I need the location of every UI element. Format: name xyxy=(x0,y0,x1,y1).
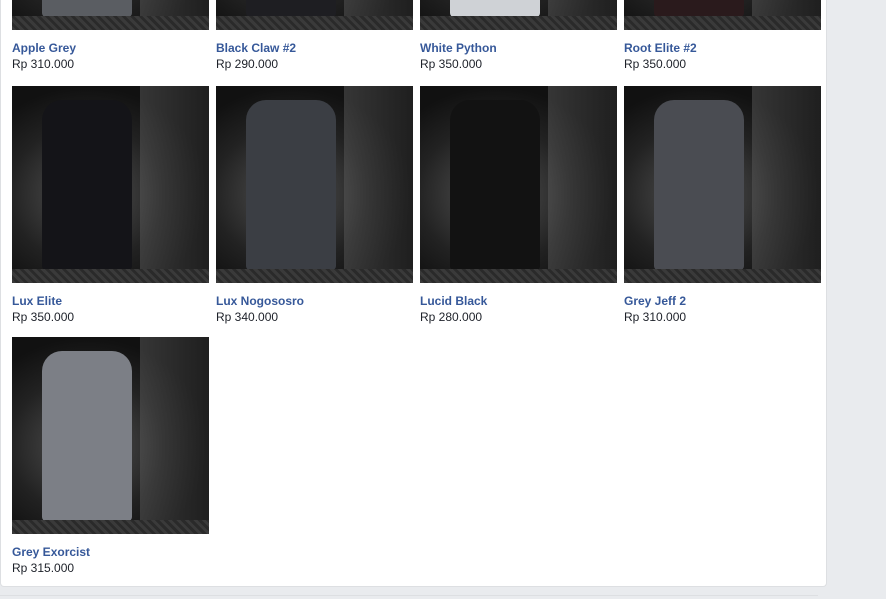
shirt-photo xyxy=(654,0,744,17)
product-price: Rp 280.000 xyxy=(420,310,483,324)
product-price: Rp 310.000 xyxy=(12,57,75,71)
product-image[interactable] xyxy=(624,0,821,30)
product-item[interactable]: White Python Rp 350.000 xyxy=(420,0,617,72)
product-price: Rp 315.000 xyxy=(12,561,75,575)
product-image[interactable] xyxy=(216,0,413,30)
pattern-band xyxy=(12,520,209,534)
pattern-band xyxy=(624,16,821,30)
product-name-link[interactable]: Lucid Black xyxy=(420,293,617,309)
product-name-link[interactable]: Grey Jeff 2 xyxy=(624,293,821,309)
product-name-link[interactable]: Black Claw #2 xyxy=(216,40,413,56)
pattern-band xyxy=(216,16,413,30)
shirt-photo xyxy=(42,100,132,270)
product-image[interactable] xyxy=(624,86,821,283)
product-item[interactable]: Lucid Black Rp 280.000 xyxy=(420,86,617,325)
product-name-link[interactable]: Grey Exorcist xyxy=(12,544,209,560)
shirt-photo xyxy=(42,0,132,17)
product-item[interactable]: Grey Exorcist Rp 315.000 xyxy=(12,337,209,576)
product-image[interactable] xyxy=(420,0,617,30)
product-image[interactable] xyxy=(216,86,413,283)
product-item[interactable]: Black Claw #2 Rp 290.000 xyxy=(216,0,413,72)
product-price: Rp 340.000 xyxy=(216,310,279,324)
product-price: Rp 350.000 xyxy=(12,310,75,324)
product-item[interactable]: Grey Jeff 2 Rp 310.000 xyxy=(624,86,821,325)
shirt-photo xyxy=(450,0,540,17)
product-image[interactable] xyxy=(12,337,209,534)
product-name-link[interactable]: Lux Nogososro xyxy=(216,293,413,309)
shirt-photo xyxy=(246,0,336,17)
product-image[interactable] xyxy=(12,0,209,30)
product-item[interactable]: Lux Nogososro Rp 340.000 xyxy=(216,86,413,325)
product-name-link[interactable]: Root Elite #2 xyxy=(624,40,821,56)
shirt-photo xyxy=(42,351,132,521)
product-name-link[interactable]: Apple Grey xyxy=(12,40,209,56)
pattern-band xyxy=(624,269,821,283)
shirt-photo xyxy=(654,100,744,270)
pattern-band xyxy=(420,269,617,283)
product-name-link[interactable]: White Python xyxy=(420,40,617,56)
shop-products-card: Apple Grey Rp 310.000 Black Claw #2 Rp 2… xyxy=(0,0,827,587)
product-price: Rp 310.000 xyxy=(624,310,687,324)
product-price: Rp 350.000 xyxy=(624,57,687,71)
pattern-band xyxy=(216,269,413,283)
product-price: Rp 350.000 xyxy=(420,57,483,71)
pattern-band xyxy=(12,269,209,283)
product-item[interactable]: Apple Grey Rp 310.000 xyxy=(12,0,209,72)
product-item[interactable]: Root Elite #2 Rp 350.000 xyxy=(624,0,821,72)
shirt-photo xyxy=(450,100,540,270)
product-price: Rp 290.000 xyxy=(216,57,279,71)
product-name-link[interactable]: Lux Elite xyxy=(12,293,209,309)
pattern-band xyxy=(420,16,617,30)
pattern-band xyxy=(12,16,209,30)
divider xyxy=(0,595,818,596)
product-item[interactable]: Lux Elite Rp 350.000 xyxy=(12,86,209,325)
shirt-photo xyxy=(246,100,336,270)
product-image[interactable] xyxy=(420,86,617,283)
product-image[interactable] xyxy=(12,86,209,283)
